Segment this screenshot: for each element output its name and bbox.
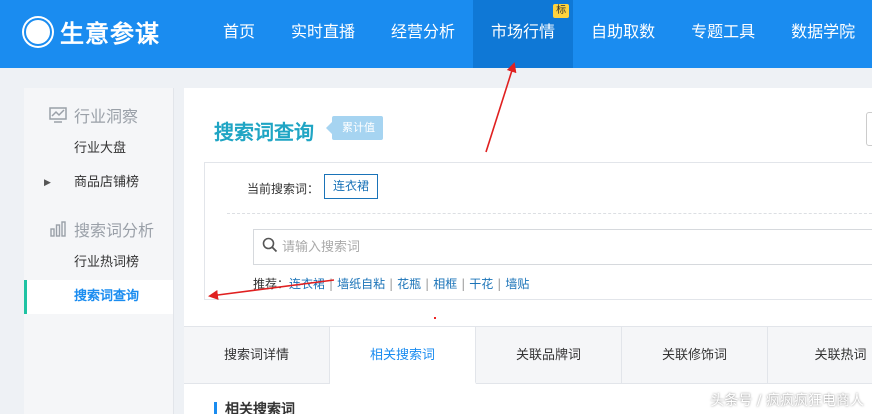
sidebar-group-industry: 行业洞察 — [24, 98, 173, 132]
separator: | — [461, 277, 466, 291]
recommend-link[interactable]: 连衣裙 — [289, 277, 325, 291]
nav-home[interactable]: 首页 — [205, 0, 273, 68]
sidebar-group-search: 搜索词分析 — [24, 212, 173, 246]
tab-hot-words[interactable]: 关联热词 — [768, 327, 872, 384]
search-box[interactable] — [253, 229, 872, 265]
compass-icon — [22, 15, 54, 48]
separator: | — [425, 277, 430, 291]
current-word-label: 当前搜索词： — [247, 182, 320, 196]
date-selector[interactable] — [866, 112, 872, 146]
search-input[interactable] — [282, 239, 862, 255]
tab-modifier-words[interactable]: 关联修饰词 — [622, 327, 768, 384]
sidebar-item-industry-overview[interactable]: 行业大盘 — [24, 132, 173, 166]
nav-market-label: 市场行情 — [491, 22, 556, 41]
separator: | — [389, 277, 394, 291]
main-nav: 首页 实时直播 经营分析 市场行情 标 自助取数 专题工具 数据学院 — [205, 0, 872, 68]
separator: | — [329, 277, 334, 291]
sidebar-group-title: 搜索词分析 — [74, 221, 155, 240]
cumulative-tag: 累计值 — [326, 116, 383, 140]
search-card: 当前搜索词： 连衣裙 推荐：连衣裙|墙纸自粘|花瓶|相框|干花|墙贴 — [204, 162, 872, 300]
current-word-tag[interactable]: 连衣裙 — [324, 174, 379, 199]
nav-realtime[interactable]: 实时直播 — [273, 0, 373, 68]
brand-logo[interactable]: 生意参谋 — [22, 14, 160, 49]
brand-name: 生意参谋 — [60, 20, 160, 48]
sidebar: 行业洞察 行业大盘 ▶ 商品店铺榜 搜索词分析 行业热词榜 搜索词查询 — [24, 88, 174, 414]
watermark: 头条号 / 疯疯疯狂电商人 — [710, 393, 864, 409]
tab-word-detail[interactable]: 搜索词详情 — [184, 327, 330, 384]
section-title: 相关搜索词 — [214, 402, 295, 414]
top-navigation-bar: 生意参谋 首页 实时直播 经营分析 市场行情 标 自助取数 专题工具 数据学院 — [0, 0, 872, 68]
bar-chart-icon — [48, 219, 68, 239]
main-panel: 搜索词查询 累计值 当前搜索词： 连衣裙 推荐：连衣裙|墙纸自粘|花瓶|相框|干… — [184, 88, 872, 414]
sidebar-item-label: 商品店铺榜 — [74, 175, 140, 190]
sidebar-group-title: 行业洞察 — [74, 107, 139, 126]
divider — [227, 213, 872, 214]
sidebar-item-hot-words[interactable]: 行业热词榜 — [24, 246, 173, 280]
recommend-link[interactable]: 相框 — [433, 277, 457, 291]
chart-monitor-icon — [48, 105, 68, 125]
annotation-dot — [434, 317, 436, 319]
nav-business-analysis[interactable]: 经营分析 — [373, 0, 473, 68]
recommendations: 推荐：连衣裙 | 墙纸自粘 | 花瓶 | 相框 | 干花 | 墙贴 — [253, 275, 529, 292]
nav-tools[interactable]: 专题工具 — [673, 0, 773, 68]
nav-market-badge: 标 — [553, 4, 570, 18]
search-icon — [262, 237, 282, 257]
nav-self-service[interactable]: 自助取数 — [573, 0, 673, 68]
tab-bar: 搜索词详情 相关搜索词 关联品牌词 关联修饰词 关联热词 — [184, 326, 872, 384]
recommend-link[interactable]: 墙贴 — [505, 277, 529, 291]
page-title: 搜索词查询 — [214, 120, 314, 144]
nav-market[interactable]: 市场行情 标 — [473, 0, 574, 68]
nav-academy[interactable]: 数据学院 — [773, 0, 872, 68]
caret-right-icon[interactable]: ▶ — [44, 166, 51, 200]
sidebar-item-shop-rank[interactable]: ▶ 商品店铺榜 — [24, 166, 173, 200]
recommend-link[interactable]: 干花 — [469, 277, 493, 291]
recommend-label: 推荐： — [253, 277, 290, 291]
tab-related-words[interactable]: 相关搜索词 — [330, 327, 476, 384]
recommend-link[interactable]: 墙纸自粘 — [337, 277, 385, 291]
tab-brand-words[interactable]: 关联品牌词 — [476, 327, 622, 384]
sidebar-item-search-query[interactable]: 搜索词查询 — [24, 280, 173, 314]
separator: | — [497, 277, 502, 291]
recommend-link[interactable]: 花瓶 — [397, 277, 421, 291]
